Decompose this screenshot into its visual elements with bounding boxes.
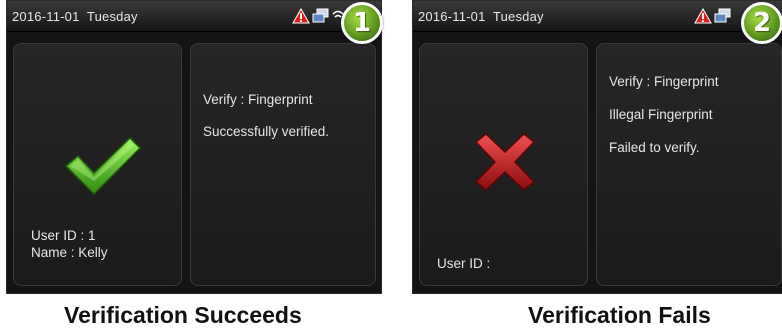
step-badge-1: 1 [341,2,383,44]
date-display: 2016-11-01 Tuesday [12,9,138,24]
alarm-warning-icon [292,8,310,24]
step-badge-2: 2 [741,2,782,44]
network-icon [714,8,732,24]
checkmark-icon [64,136,142,198]
status-icons [292,8,344,24]
verify-result-label: Successfully verified. [203,124,330,139]
user-id-label: User ID : [437,256,491,271]
status-bar: 2016-11-01 Tuesday [413,1,782,32]
verify-method-label: Verify : Fingerprint [203,92,313,107]
user-name-label: Name : Kelly [31,245,108,260]
status-bar: 2016-11-01 Tuesday [7,1,381,32]
device-screen-success: 2016-11-01 Tuesday User ID: 1 Name: Ke… [6,0,382,294]
caption-failure: Verification Fails [528,302,711,328]
device-screen-failure: 2016-11-01 Tuesday User ID: Verify: Fi… [412,0,782,294]
user-id-label: User ID : 1 [31,228,96,243]
cross-icon [474,132,536,192]
verify-error-label: Illegal Fingerprint [609,107,713,122]
user-info-panel: User ID : [419,43,588,286]
verify-result-panel: Verify : Fingerprint Successfully verifi… [190,43,376,286]
alarm-warning-icon [694,8,712,24]
caption-success: Verification Succeeds [64,302,302,328]
verify-method-label: Verify : Fingerprint [609,74,719,89]
network-icon [312,8,330,24]
verify-result-panel: Verify : Fingerprint Illegal Fingerprint… [596,43,782,286]
date-display: 2016-11-01 Tuesday [418,9,544,24]
verify-result-label: Failed to verify. [609,140,700,155]
status-icons [694,8,732,24]
user-info-panel: User ID : 1 Name : Kelly [13,43,182,286]
